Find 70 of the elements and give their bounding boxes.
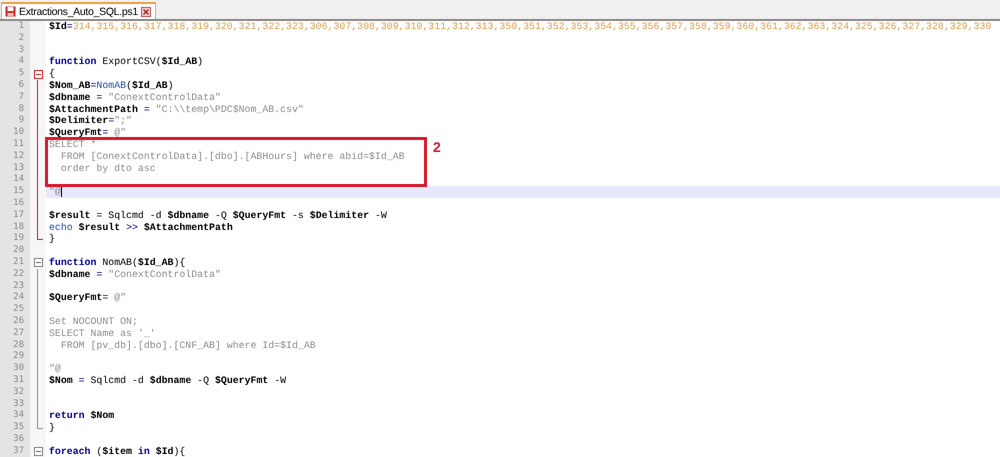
line-number: 16 [12, 198, 25, 210]
code-line: $QueryFmt= @" [49, 292, 126, 304]
line-number: 20 [12, 245, 25, 257]
line-number: 10 [12, 127, 25, 139]
annotation-label: 2 [433, 139, 441, 155]
code-line: "@ [49, 363, 61, 375]
line-number: 9 [18, 115, 25, 127]
line-number: 28 [12, 340, 25, 351]
line-number: 13 [12, 162, 25, 174]
line-number: 36 [12, 434, 25, 446]
code-line: "@ [49, 186, 61, 198]
line-number: 18 [12, 222, 25, 233]
line-number: 15 [12, 186, 25, 198]
line-number: 22 [12, 268, 25, 281]
line-number: 12 [12, 150, 25, 163]
line-number: 31 [12, 374, 25, 387]
line-number: 26 [12, 316, 25, 328]
code-line: echo $result >> $AttachmentPath [49, 222, 233, 234]
code-line: order by dto asc [60, 162, 156, 174]
code-line: $Delimiter=";" [49, 115, 132, 128]
line-number: 35 [12, 422, 25, 434]
code-line: $Nom_AB=NomAB($Id_AB) [49, 80, 174, 92]
collapse-icon[interactable] [34, 447, 42, 456]
code-line: function NomAB($Id_AB){ [49, 256, 186, 269]
code-line: FROM [pv_db].[dbo].[CNF_AB] where Id=$Id_AB [60, 340, 316, 352]
code-line: $dbname = "ConextControlData" [49, 268, 221, 281]
text-cursor [60, 187, 62, 198]
file-tab[interactable]: Extractions_Auto_SQL.ps1 [1, 2, 156, 19]
line-number: 3 [18, 44, 25, 56]
line-number: 25 [12, 304, 25, 316]
code-line: $result = Sqlcmd -d $dbname -Q $QueryFmt -s $Delimiter -W [49, 210, 387, 222]
line-number: 2 [18, 32, 25, 45]
line-number: 14 [12, 174, 25, 186]
line-number: 7 [18, 92, 25, 104]
code-line: foreach ($item in $Id){ [49, 446, 186, 457]
line-number: 21 [12, 256, 25, 269]
line-number: 19 [12, 233, 25, 245]
line-number: 32 [12, 386, 25, 398]
code-line: function ExportCSV($Id_AB) [49, 56, 204, 68]
code-line: $QueryFmt= @" [49, 127, 126, 139]
line-number: 34 [12, 410, 25, 422]
code-line: { [49, 68, 55, 80]
code-line: $AttachmentPath = "C:\\temp\PDC$Nom_AB.csv" [49, 104, 304, 116]
code-line: $dbname = "ConextControlData" [49, 92, 221, 104]
line-number: 37 [12, 446, 25, 457]
line-number: 23 [12, 280, 25, 292]
line-number: 5 [18, 68, 25, 80]
line-number: 11 [12, 138, 25, 151]
line-number: 8 [18, 104, 25, 115]
line-number: 30 [12, 363, 25, 375]
line-number: 6 [18, 80, 25, 92]
code-line: SELECT * [49, 138, 96, 151]
code-line: FROM [ConextControlData].[dbo].[ABHours] where abid=$Id_AB [60, 150, 405, 163]
line-number: 24 [12, 292, 25, 304]
line-number: 27 [12, 328, 25, 340]
code-line: Set NOCOUNT ON; [49, 316, 138, 328]
code-line: return $Nom [49, 410, 114, 422]
line-number: 33 [12, 398, 25, 410]
code-line: $Id=314,315,316,317,318,319,320,321,322,323,306,307,308,309,310,311,312,313,350,351,352,353,354,355,356,357,358,359,360,361,362,363,324,325,326,327,328,329,330 [49, 21, 992, 33]
code-line: } [49, 233, 55, 246]
line-number: 29 [12, 351, 25, 363]
code-line: SELECT Name as '_' [49, 328, 156, 340]
line-number: 4 [18, 56, 25, 68]
line-number: 1 [18, 21, 25, 33]
code-line: } [49, 422, 55, 434]
code-line: $Nom = Sqlcmd -d $dbname -Q $QueryFmt -W [49, 374, 286, 387]
collapse-icon[interactable] [34, 70, 42, 79]
close-icon[interactable] [140, 6, 151, 16]
line-number: 17 [12, 210, 25, 222]
collapse-icon[interactable] [34, 258, 42, 268]
